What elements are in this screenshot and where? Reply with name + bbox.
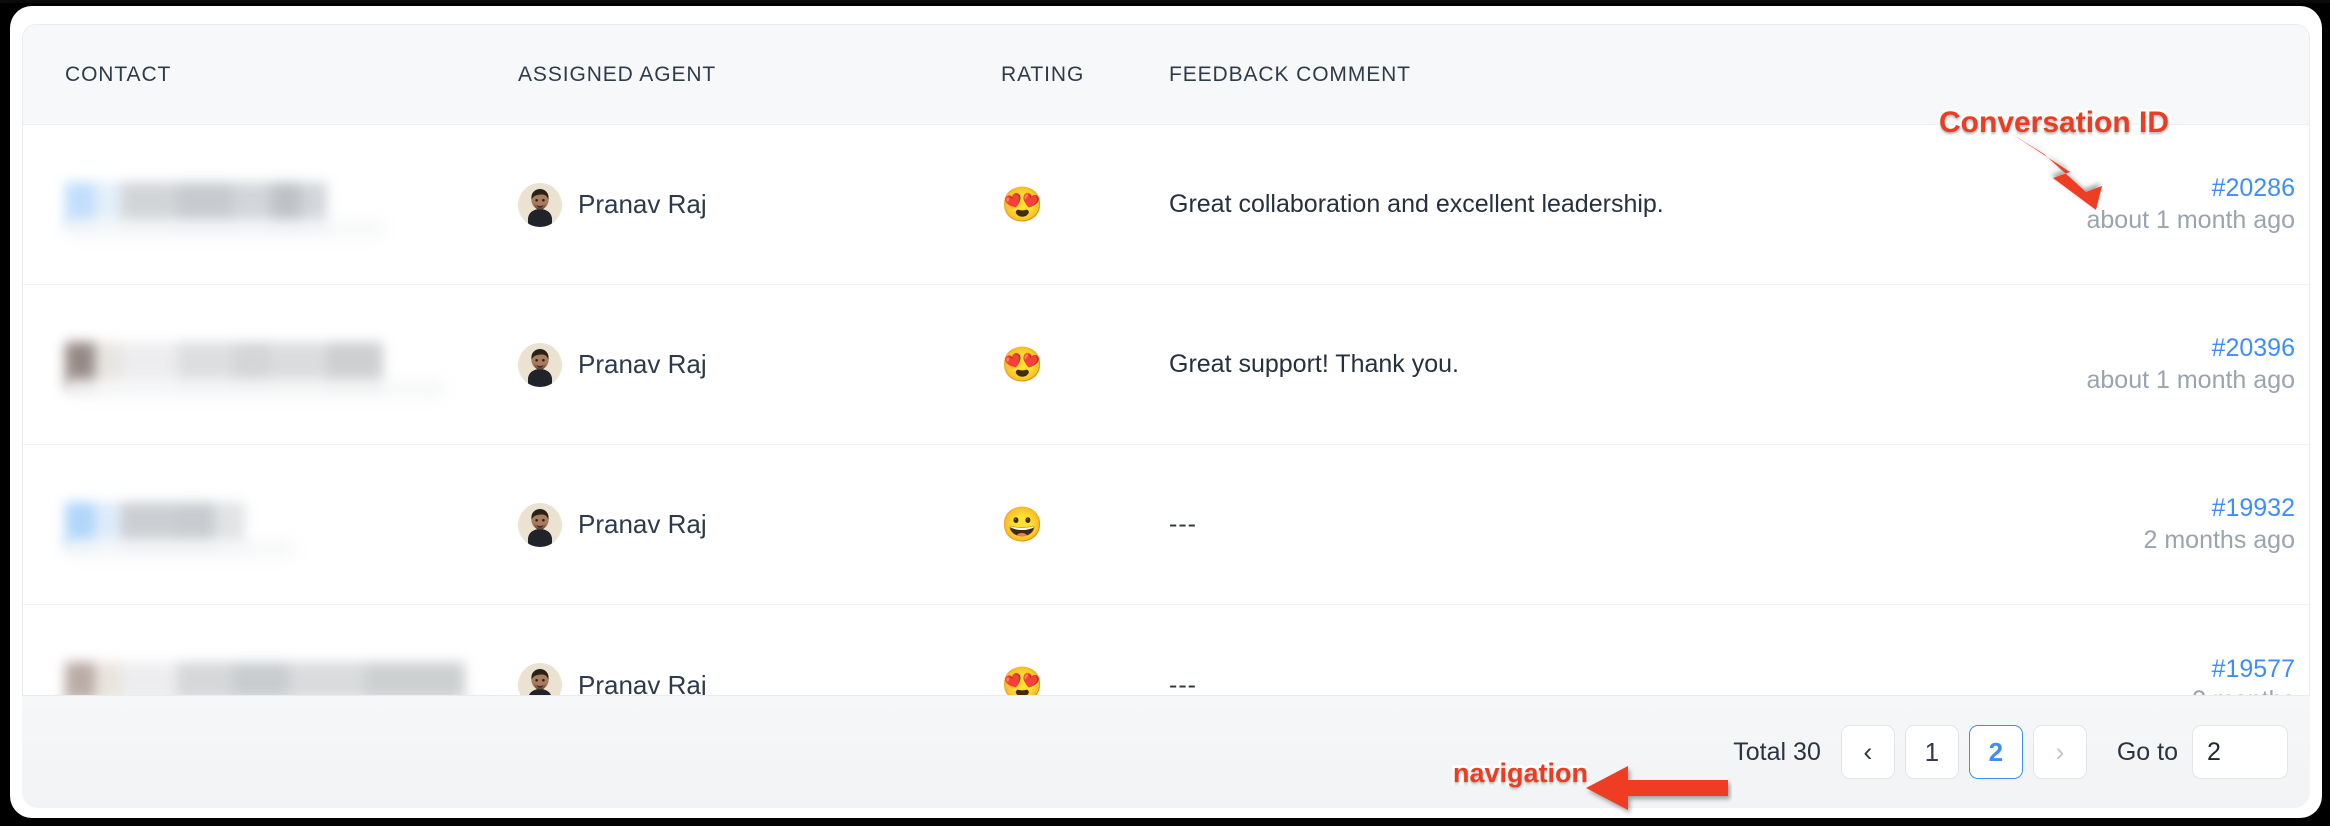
rating-cell: 😍 <box>1001 666 1169 696</box>
feedback-table: CONTACT ASSIGNED AGENT RATING FEEDBACK C… <box>22 24 2310 696</box>
avatar <box>518 663 562 695</box>
column-header-feedback-comment: FEEDBACK COMMENT <box>1169 62 1411 86</box>
agent-name: Pranav Raj <box>578 349 707 379</box>
window-top-edge <box>0 0 2330 3</box>
redaction-block-secondary <box>65 218 385 239</box>
contact-cell <box>23 479 518 571</box>
smiling-face-with-heart-eyes-icon: 😍 <box>1001 666 1044 696</box>
agent-name: Pranav Raj <box>578 669 707 696</box>
rating-cell: 😍 <box>1001 188 1169 222</box>
contact-cell <box>23 159 518 251</box>
conversation-timestamp: about 1 month ago <box>2086 365 2296 394</box>
table-row[interactable]: Pranav Raj 😍 --- #19577 2 months <box>23 605 2309 696</box>
assigned-agent-cell: Pranav Raj <box>518 502 1001 547</box>
chevron-right-icon: › <box>2055 736 2065 767</box>
rating-cell: 😀 <box>1001 508 1169 542</box>
pagination-controls: ‹ 1 2 › <box>1840 725 2087 779</box>
conversation-meta-cell: #20286 about 1 month ago <box>2061 174 2309 235</box>
redacted-contact <box>65 639 518 695</box>
conversation-meta-cell: #20396 about 1 month ago <box>2061 334 2309 395</box>
redacted-contact <box>65 319 518 411</box>
screenshot-viewport: CONTACT ASSIGNED AGENT RATING FEEDBACK C… <box>0 0 2330 826</box>
feedback-report-window: CONTACT ASSIGNED AGENT RATING FEEDBACK C… <box>10 6 2322 818</box>
agent-name: Pranav Raj <box>578 189 707 219</box>
conversation-meta-cell: #19577 2 months <box>2061 655 2309 695</box>
assigned-agent-cell: Pranav Raj <box>518 182 1001 227</box>
assigned-agent-cell: Pranav Raj <box>518 663 1001 696</box>
smiling-face-with-heart-eyes-icon: 😍 <box>1001 185 1044 224</box>
conversation-meta-cell: #19932 2 months ago <box>2061 494 2309 555</box>
next-page-button[interactable]: › <box>2032 725 2087 779</box>
pagination-bar: Total 30 ‹ 1 2 › Go to <box>22 696 2310 808</box>
grinning-face-icon: 😀 <box>1001 505 1044 544</box>
feedback-comment: --- <box>1169 510 1197 538</box>
feedback-comment: --- <box>1169 670 1197 696</box>
go-to-page-input[interactable] <box>2192 725 2288 779</box>
redaction-block-secondary <box>65 538 295 559</box>
page-button-2[interactable]: 2 <box>1968 725 2023 779</box>
conversation-timestamp: about 1 month ago <box>2086 205 2296 234</box>
rating-cell: 😍 <box>1001 348 1169 382</box>
table-body: Pranav Raj 😍 Great collaboration and exc… <box>23 125 2309 696</box>
table-row[interactable]: Pranav Raj 😍 Great support! Thank you. #… <box>23 285 2309 445</box>
table-row[interactable]: Pranav Raj 😍 Great collaboration and exc… <box>23 125 2309 285</box>
page-button-1[interactable]: 1 <box>1904 725 1959 779</box>
table-header-row: CONTACT ASSIGNED AGENT RATING FEEDBACK C… <box>23 25 2309 125</box>
feedback-comment: Great collaboration and excellent leader… <box>1169 190 1664 218</box>
contact-cell <box>23 319 518 411</box>
agent-name: Pranav Raj <box>578 509 707 539</box>
avatar <box>518 182 562 227</box>
avatar <box>518 502 562 547</box>
table-row[interactable]: Pranav Raj 😀 --- #19932 2 months ago <box>23 445 2309 605</box>
conversation-timestamp: 2 months <box>2061 686 2295 695</box>
redacted-contact <box>65 479 518 571</box>
redaction-block-secondary <box>65 378 445 399</box>
conversation-id-link[interactable]: #20286 <box>2061 174 2295 203</box>
column-header-rating: RATING <box>1001 62 1085 86</box>
contact-cell <box>23 639 518 695</box>
go-to-label: Go to <box>2116 737 2178 766</box>
avatar <box>518 342 562 387</box>
previous-page-button[interactable]: ‹ <box>1840 725 1895 779</box>
conversation-id-link[interactable]: #19932 <box>2061 494 2295 523</box>
assigned-agent-cell: Pranav Raj <box>518 342 1001 387</box>
column-header-contact: CONTACT <box>65 62 172 86</box>
total-count-label: Total 30 <box>1733 737 1821 766</box>
column-header-assigned-agent: ASSIGNED AGENT <box>518 62 717 86</box>
redacted-contact <box>65 159 518 251</box>
feedback-comment: Great support! Thank you. <box>1169 350 1459 378</box>
chevron-left-icon: ‹ <box>1863 736 1873 767</box>
conversation-id-link[interactable]: #19577 <box>2061 655 2295 684</box>
redaction-block <box>65 662 465 695</box>
conversation-id-link[interactable]: #20396 <box>2061 334 2295 363</box>
conversation-timestamp: 2 months ago <box>2143 525 2296 554</box>
smiling-face-with-heart-eyes-icon: 😍 <box>1001 345 1044 384</box>
